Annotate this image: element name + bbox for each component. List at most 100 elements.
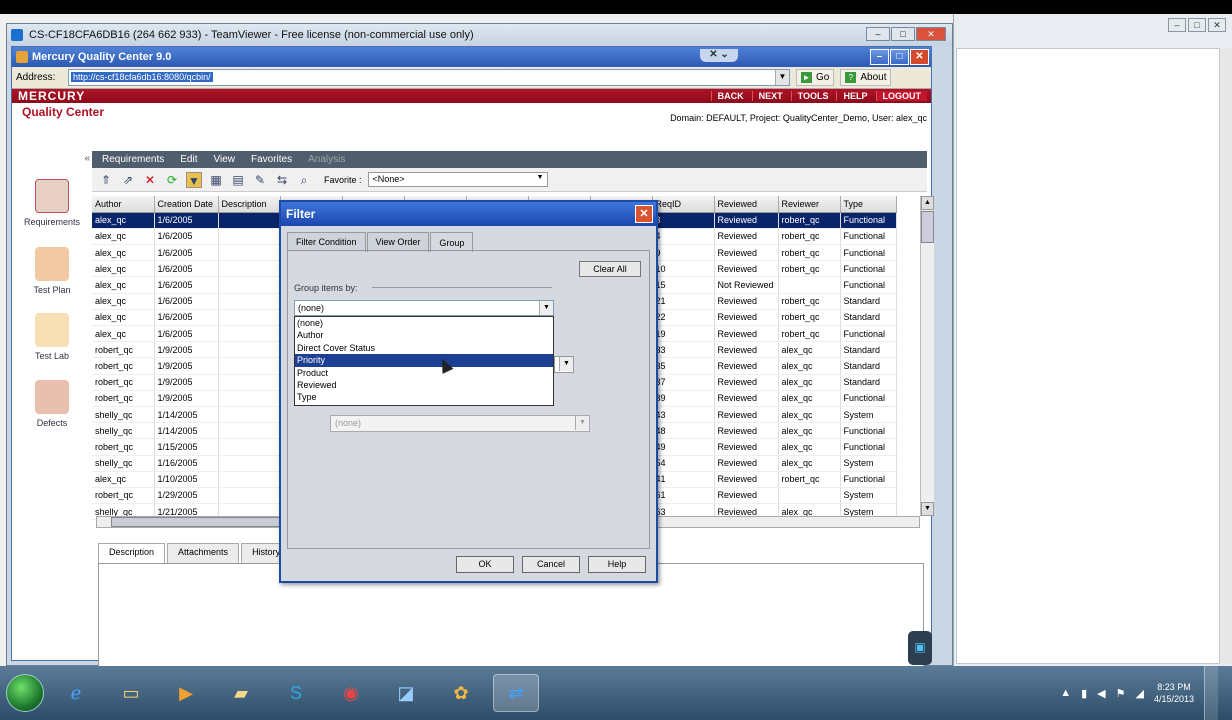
table-cell: Not Reviewed (714, 276, 779, 294)
show-hidden-icon[interactable]: ▲ (1060, 687, 1071, 699)
wifi-icon[interactable]: ◢ (1135, 687, 1143, 700)
collapse-icon[interactable]: « (84, 153, 90, 164)
tab-view-order[interactable]: View Order (366, 232, 430, 252)
tab-description[interactable]: Description (98, 543, 166, 563)
minimize-icon[interactable]: – (866, 27, 890, 41)
close-icon[interactable]: ✕ (916, 27, 946, 41)
column-header[interactable]: Type (840, 196, 897, 213)
menu-edit[interactable]: Edit (172, 154, 205, 165)
flower-icon[interactable]: ✿ (438, 674, 484, 712)
filter-icon[interactable]: ▼ (186, 171, 202, 188)
go-label: Go (816, 72, 830, 83)
go-button[interactable]: ► Go (796, 69, 835, 86)
logout-button[interactable]: LOGOUT (875, 91, 927, 101)
media-player-icon[interactable]: ▶ (163, 674, 209, 712)
about-button[interactable]: ? About (840, 69, 892, 86)
table-cell: 33 (652, 341, 715, 359)
dropdown-option[interactable]: Reviewed (295, 379, 553, 391)
clear-all-button[interactable]: Clear All (579, 261, 641, 277)
close-icon[interactable]: ✕ (635, 205, 653, 223)
dropdown-option[interactable]: Type (295, 391, 553, 403)
sidebar-item-requirements[interactable]: Requirements (12, 179, 92, 227)
refresh-icon[interactable]: ⟳ (164, 172, 180, 188)
table-cell: Standard (840, 374, 897, 391)
maximize-icon[interactable]: □ (891, 27, 915, 41)
scroll-up-icon[interactable]: ▲ (921, 196, 934, 210)
start-button[interactable] (6, 674, 44, 712)
dropdown-option[interactable]: Author (295, 329, 553, 341)
attach-icon[interactable]: ✎ (252, 172, 268, 188)
teamviewer-icon[interactable]: ⇄ (493, 674, 539, 712)
skype-icon[interactable]: S (273, 674, 319, 712)
favorite-select[interactable]: <None> (367, 172, 548, 187)
volume-icon[interactable]: ◀ (1097, 687, 1105, 700)
table-cell: 1/9/2005 (154, 374, 219, 391)
explorer-icon[interactable]: ▭ (108, 674, 154, 712)
next-button[interactable]: NEXT (751, 91, 789, 101)
dropdown-option[interactable]: Direct Cover Status (295, 342, 553, 354)
sidebar-item-test-plan[interactable]: Test Plan (12, 247, 92, 295)
help-button[interactable]: HELP (836, 91, 873, 101)
scroll-down-icon[interactable]: ▼ (921, 502, 934, 516)
column-header[interactable]: Creation Date (154, 196, 219, 213)
teamviewer-titlebar: CS-CF18CFA6DB16 (264 662 933) - TeamView… (7, 24, 952, 46)
column-header[interactable]: Description (218, 196, 281, 213)
tab-filter-condition[interactable]: Filter Condition (287, 232, 366, 252)
column-header[interactable]: Reviewer (778, 196, 841, 213)
address-input[interactable]: http://cs-cf18cfa6db16:8080/qcbin/ ▼ (68, 69, 790, 86)
convert-icon[interactable]: ⇆ (274, 172, 290, 188)
close-icon[interactable]: ✕ (910, 49, 929, 65)
minimize-icon[interactable]: – (870, 49, 889, 65)
dropdown-option[interactable]: (none) (295, 317, 553, 329)
table-cell: 1/10/2005 (154, 471, 219, 488)
clock[interactable]: 8:23 PM 4/15/2013 (1154, 681, 1194, 705)
minimize-icon[interactable]: – (1168, 18, 1186, 32)
chevron-down-icon[interactable]: ▼ (775, 70, 789, 85)
ie-icon[interactable]: ℯ (53, 674, 99, 712)
grid-view-icon[interactable]: ▦ (208, 172, 224, 188)
back-button[interactable]: BACK (710, 91, 750, 101)
network-icon[interactable]: ▮ (1081, 687, 1087, 700)
show-desktop-button[interactable] (1204, 666, 1218, 720)
group-by-select[interactable]: (none) ▼ (294, 300, 554, 316)
table-cell: alex_qc (92, 276, 155, 294)
second-group-select[interactable]: ▼ (554, 356, 574, 373)
new-child-icon[interactable]: ⇗ (120, 172, 136, 188)
menu-view[interactable]: View (206, 154, 244, 165)
grid-vertical-scrollbar[interactable]: ▲ ▼ (920, 196, 934, 516)
tab-attachments[interactable]: Attachments (167, 543, 240, 563)
dropdown-option-highlighted[interactable]: Priority (295, 354, 553, 367)
maximize-icon[interactable]: □ (1188, 18, 1206, 32)
new-requirement-icon[interactable]: ⇑ (98, 172, 114, 188)
menu-requirements[interactable]: Requirements (94, 154, 172, 165)
sidebar-item-test-lab[interactable]: Test Lab (12, 313, 92, 361)
chrome-icon[interactable]: ◉ (328, 674, 374, 712)
tree-view-icon[interactable]: ▤ (230, 172, 246, 188)
dropdown-option[interactable]: Product (295, 367, 553, 379)
delete-icon[interactable]: ✕ (142, 172, 158, 188)
column-header[interactable]: Author (92, 196, 155, 213)
cancel-button[interactable]: Cancel (522, 556, 580, 573)
column-header[interactable]: ReqID (652, 196, 715, 213)
table-cell: 1/6/2005 (154, 212, 219, 229)
mercury-logo: MERCURY (18, 89, 86, 103)
chevron-down-icon[interactable]: ▼ (559, 357, 573, 371)
scroll-thumb[interactable] (921, 211, 934, 243)
sidebar-item-defects[interactable]: Defects (12, 380, 92, 428)
tools-button[interactable]: TOOLS (790, 91, 835, 101)
column-header[interactable]: Reviewed (714, 196, 779, 213)
maximize-icon[interactable]: □ (890, 49, 909, 65)
flag-icon[interactable]: ⚑ (1116, 687, 1126, 700)
teamviewer-panel-icon[interactable]: ▣ (908, 631, 932, 665)
tab-group[interactable]: Group (430, 232, 474, 252)
remote-control-toggle[interactable]: ✕ ⌄ (700, 49, 738, 62)
scrollbar[interactable] (1220, 48, 1232, 664)
menu-favorites[interactable]: Favorites (243, 154, 300, 165)
app-icon[interactable]: ◪ (383, 674, 429, 712)
ok-button[interactable]: OK (456, 556, 514, 573)
help-button[interactable]: Help (588, 556, 646, 573)
folder-icon[interactable]: ▰ (218, 674, 264, 712)
chevron-down-icon[interactable]: ▼ (539, 301, 553, 315)
find-icon[interactable]: ⌕ (296, 172, 312, 188)
close-icon[interactable]: ✕ (1208, 18, 1226, 32)
